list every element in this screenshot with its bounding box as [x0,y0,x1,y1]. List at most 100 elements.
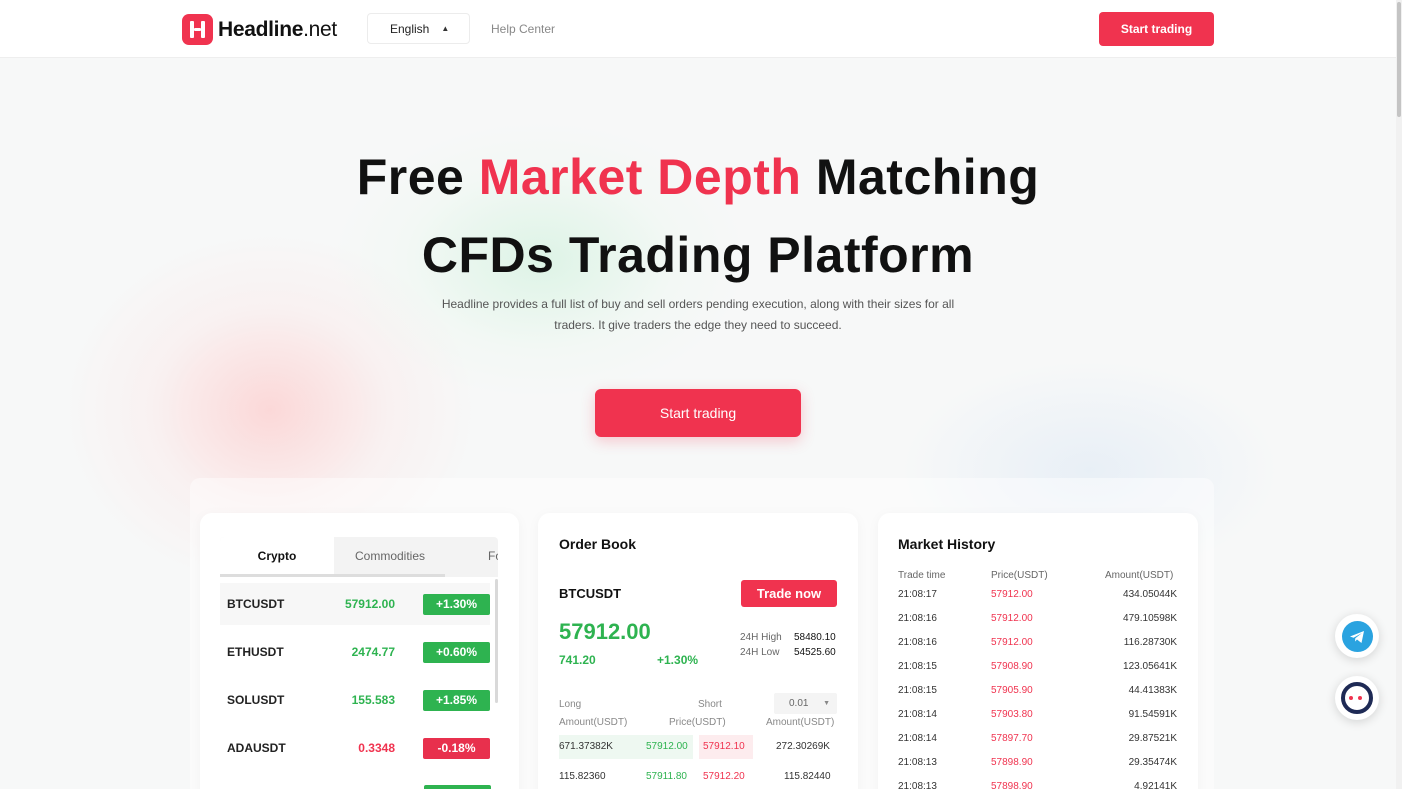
trade-time: 21:08:16 [898,613,937,624]
precision-select[interactable]: 0.01 ▼ [774,693,837,714]
tab-crypto[interactable]: Crypto [220,537,334,574]
page-scrollbar-thumb[interactable] [1397,2,1401,117]
trade-amount: 116.28730K [1123,637,1177,648]
trade-time: 21:08:17 [898,589,937,600]
help-center-link[interactable]: Help Center [491,22,555,36]
col-price: Price(USDT) [991,570,1048,581]
trade-amount: 479.10598K [1123,613,1177,624]
telegram-icon [1341,620,1373,652]
order-book-symbol: BTCUSDT [559,586,622,601]
order-book-row[interactable]: 671.37382K 57912.00 57912.10 272.30269K [559,735,837,759]
tab-forex[interactable]: Fo [488,537,498,574]
precision-value: 0.01 [789,698,809,709]
order-book-row[interactable]: 115.82360 57911.80 57912.20 115.82440 [559,765,837,789]
trade-amount: 44.41383K [1128,685,1177,696]
market-row[interactable]: ETHUSDT 2474.77 +0.60% [220,631,490,673]
short-label: Short [698,699,722,710]
customer-service-icon [1341,682,1373,714]
short-amount: 115.82440 [784,771,831,782]
hero-title-line-2: CFDs Trading Platform [421,227,975,283]
start-trading-header-button[interactable]: Start trading [1099,12,1214,46]
trade-price: 57912.00 [991,589,1033,600]
market-symbol: SOLUSDT [227,693,285,707]
customer-support-button[interactable] [1335,676,1379,720]
trade-amount: 29.35474K [1128,757,1177,768]
order-book-card: Order Book BTCUSDT Trade now 57912.00 74… [538,513,858,789]
trade-price: 57908.90 [991,661,1033,672]
bid-price: 57911.80 [646,771,687,782]
col-amount-long: Amount(USDT) [559,717,628,728]
long-amount: 671.37382K [559,741,613,752]
col-trade-time: Trade time [898,570,946,581]
low-24h-value: 54525.60 [794,647,836,658]
history-row: 21:08:16 57912.00 479.10598K [898,613,1177,637]
market-symbol: ADAUSDT [227,741,286,755]
hero-title-accent: Market Depth [478,149,802,205]
trade-amount: 29.87521K [1128,733,1177,744]
brand-name: Headline.net [218,17,337,41]
market-change-badge: +1.85% [423,689,490,711]
market-row[interactable]: SOLUSDT 155.583 +1.85% [220,679,490,721]
history-row: 21:08:13 57898.90 29.35474K [898,757,1177,781]
telegram-button[interactable] [1335,614,1379,658]
hero-subtitle: Headline provides a full list of buy and… [441,297,955,332]
trade-amount: 434.05044K [1123,589,1177,600]
ask-price: 57912.20 [703,771,745,782]
trade-time: 21:08:15 [898,661,937,672]
trade-amount: 123.05641K [1123,661,1177,672]
trade-price: 57912.00 [991,637,1033,648]
market-price: 57912.00 [344,597,395,611]
trade-price: 57903.80 [991,709,1033,720]
trade-time: 21:08:16 [898,637,937,648]
trade-price: 57912.00 [991,613,1033,624]
market-tabs: Crypto Commodities Fo [220,537,498,577]
history-row: 21:08:13 57898.90 4.92141K [898,781,1177,789]
trade-price: 57897.70 [991,733,1033,744]
price-change-abs: 741.20 [559,653,596,667]
market-change-badge: +1.30% [423,593,490,615]
markets-scrollbar[interactable] [495,579,498,703]
language-selector[interactable]: English ▲ [367,13,470,44]
market-symbol: BTCUSDT [227,597,285,611]
top-header: Headline.net English ▲ Help Center Start… [0,0,1396,58]
trade-time: 21:08:14 [898,733,937,744]
trade-now-button[interactable]: Trade now [741,580,837,607]
brand-logo[interactable]: Headline.net [182,14,337,45]
market-history-card: Market History Trade time Price(USDT) Am… [878,513,1198,789]
trade-time: 21:08:14 [898,709,937,720]
bid-price: 57912.00 [646,741,688,752]
high-24h-value: 58480.10 [794,632,836,643]
market-row[interactable]: ADAUSDT 0.3348 -0.18% [220,727,490,769]
market-change-badge: -0.18% [423,737,490,759]
long-amount: 115.82360 [559,771,606,782]
trade-time: 21:08:13 [898,757,937,768]
market-price: 0.3348 [358,741,395,755]
page-scrollbar-track[interactable] [1396,0,1402,789]
market-change-badge-partial [424,785,491,789]
chevron-down-icon: ▼ [823,700,830,707]
hero-title-line-1: Free Market Depth Matching [356,149,1040,205]
order-book-title: Order Book [559,536,637,552]
logo-icon [182,14,213,45]
history-row: 21:08:16 57912.00 116.28730K [898,637,1177,661]
history-row: 21:08:17 57912.00 434.05044K [898,589,1177,613]
history-row: 21:08:14 57897.70 29.87521K [898,733,1177,757]
low-24h-label: 24H Low [740,647,780,658]
ask-price: 57912.10 [703,741,745,752]
start-trading-hero-button[interactable]: Start trading [595,389,801,437]
market-price: 2474.77 [351,645,395,659]
col-amount: Amount(USDT) [1105,570,1174,581]
trade-amount: 4.92141K [1134,781,1177,789]
long-label: Long [559,699,582,710]
trade-time: 21:08:15 [898,685,937,696]
market-row[interactable]: BTCUSDT 57912.00 +1.30% [220,583,490,625]
market-change-badge: +0.60% [423,641,490,663]
tab-commodities[interactable]: Commodities [334,537,446,574]
caret-up-icon: ▲ [441,24,450,33]
short-amount: 272.30269K [776,741,830,752]
tab-indicator [220,574,445,577]
col-amount-short: Amount(USDT) [766,717,835,728]
trade-amount: 91.54591K [1128,709,1177,720]
market-symbol: ETHUSDT [227,645,284,659]
last-price: 57912.00 [559,619,651,644]
